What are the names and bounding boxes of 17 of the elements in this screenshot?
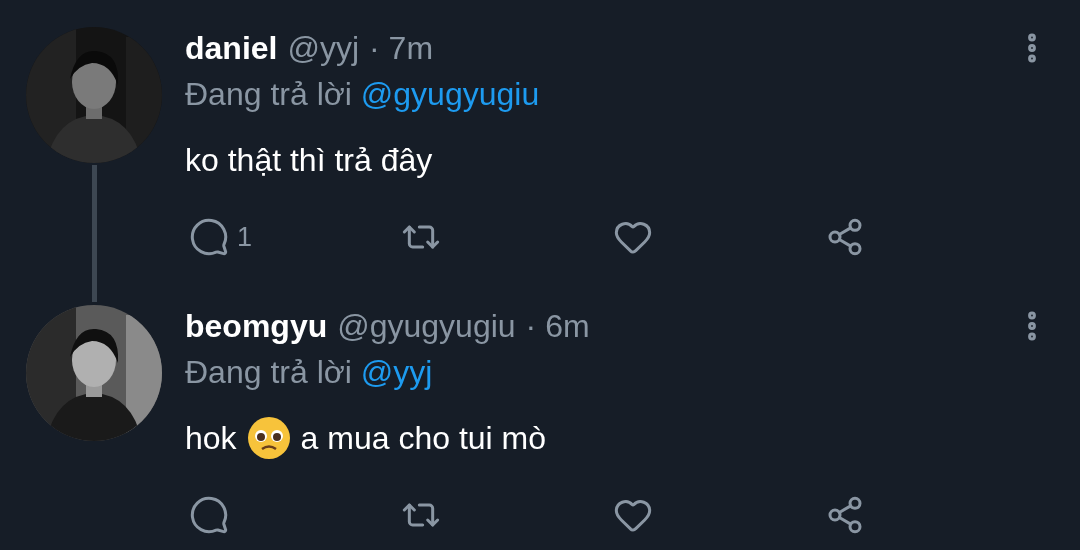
tweet-text: hok [185,419,237,457]
tweet-text: a mua cho tui mò [300,419,547,457]
reply-label: Đang trả lời [185,353,352,391]
tweet-text: ko thật thì trả đây [185,141,433,179]
mention-link[interactable]: @yyj [360,353,433,391]
user-handle: @yyj [287,29,360,67]
pleading-face-icon [246,416,291,460]
reply-count: 1 [237,221,253,253]
reply-icon[interactable] [189,217,229,257]
tweet-time: · 6m [525,307,590,345]
reply-label: Đang trả lời [185,75,352,113]
tweet-time: · 7m [369,29,434,67]
user-handle: @gyugyugiu [337,307,516,345]
user-name: daniel [185,29,278,67]
user-name: beomgyu [185,307,328,345]
reply-icon[interactable] [189,495,229,535]
mention-link[interactable]: @gyugyugiu [360,75,540,113]
